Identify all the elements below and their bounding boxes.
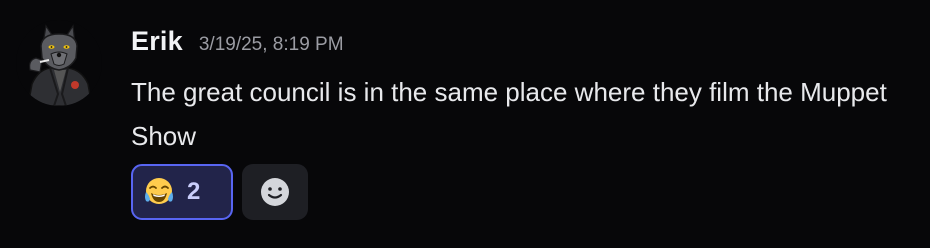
wolf-avatar-icon	[16, 20, 102, 106]
reaction-bar: 2	[131, 164, 308, 220]
message-text: The great council is in the same place w…	[131, 77, 887, 151]
chat-message: Erik 3/19/25, 8:19 PM The great council …	[0, 0, 930, 248]
tears-of-joy-icon	[145, 178, 173, 204]
timestamp: 3/19/25, 8:19 PM	[198, 34, 344, 55]
username[interactable]: Erik	[131, 26, 183, 57]
reaction-count: 2	[187, 178, 201, 205]
add-reaction-button[interactable]	[242, 164, 308, 220]
message-header: Erik 3/19/25, 8:19 PM	[131, 26, 344, 66]
reaction-tears-of-joy[interactable]: 2	[131, 164, 233, 220]
avatar[interactable]	[16, 20, 102, 106]
smiley-add-reaction-icon	[261, 178, 289, 206]
